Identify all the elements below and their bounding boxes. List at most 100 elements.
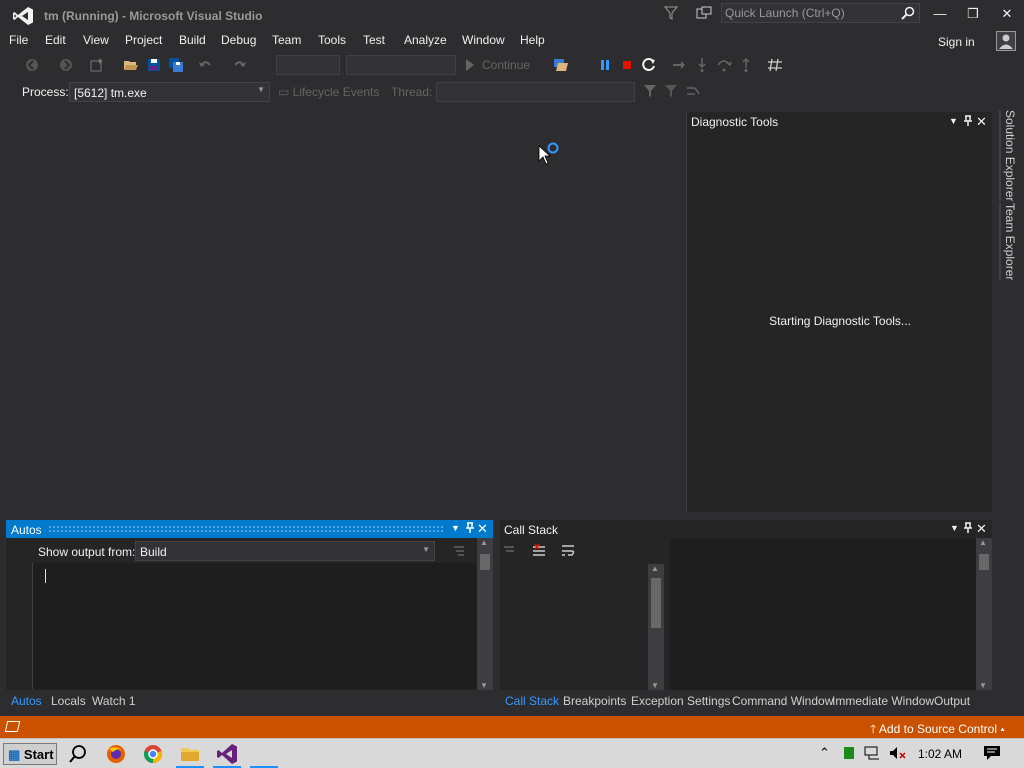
restore-button[interactable]: ❐ — [961, 4, 985, 24]
pin-icon[interactable] — [963, 115, 973, 127]
stack-frames-icon[interactable] — [686, 84, 700, 98]
menu-project[interactable]: Project — [125, 33, 162, 47]
tab-autos[interactable]: Autos — [11, 694, 42, 708]
minimize-button[interactable]: — — [928, 4, 952, 24]
scroll-thumb[interactable] — [480, 554, 490, 570]
visual-studio-icon[interactable] — [216, 743, 238, 765]
tab-command-window[interactable]: Command Window — [732, 694, 833, 708]
quick-launch-input[interactable]: Quick Launch (Ctrl+Q) — [721, 3, 920, 23]
break-all-icon[interactable] — [597, 57, 613, 73]
menu-build[interactable]: Build — [179, 33, 206, 47]
show-next-statement-icon[interactable] — [671, 57, 687, 73]
call-stack-list[interactable] — [500, 564, 647, 690]
taskbar-clock[interactable]: 1:02 AM — [918, 747, 962, 761]
find-icon[interactable] — [503, 543, 517, 557]
clear-all-icon[interactable] — [451, 543, 467, 559]
window-position-icon[interactable]: ▼ — [949, 116, 958, 126]
output-text-area[interactable] — [32, 563, 479, 689]
tab-call-stack[interactable]: Call Stack — [505, 694, 559, 708]
new-project-icon[interactable] — [89, 57, 105, 73]
back-icon[interactable] — [24, 57, 40, 73]
window-position-icon[interactable]: ▼ — [950, 523, 959, 533]
notifications-filter-icon[interactable] — [664, 6, 678, 20]
restart-icon[interactable] — [641, 57, 657, 73]
close-icon[interactable]: ✕ — [976, 521, 987, 537]
tab-immediate-window[interactable]: Immediate Window — [832, 694, 934, 708]
feedback-icon[interactable] — [696, 6, 712, 20]
redo-icon[interactable] — [232, 57, 248, 73]
open-file-icon[interactable] — [123, 57, 139, 73]
menu-analyze[interactable]: Analyze — [404, 33, 447, 47]
editor-area[interactable] — [0, 110, 686, 512]
autos-panel[interactable]: Autos ▼ ✕ Show output from: Build ▼ ▲ ▼ — [6, 520, 493, 690]
tab-team-explorer[interactable]: Team Explorer — [999, 203, 1017, 281]
forward-icon[interactable] — [58, 57, 74, 73]
volume-muted-icon[interactable] — [889, 746, 907, 760]
tray-app-icon[interactable] — [843, 746, 855, 760]
lifecycle-events-button[interactable]: ▭ Lifecycle Events — [278, 85, 379, 99]
word-wrap-icon[interactable] — [560, 543, 576, 559]
tab-solution-explorer[interactable]: Solution Explorer — [999, 110, 1017, 202]
thread-combo[interactable] — [436, 82, 635, 102]
filter-threads-icon[interactable] — [643, 84, 657, 98]
menu-team[interactable]: Team — [272, 33, 301, 47]
process-combo[interactable]: [5612] tm.exe ▼ — [69, 82, 270, 102]
output-source-combo[interactable]: Build ▼ — [135, 541, 435, 561]
file-explorer-icon[interactable] — [179, 743, 201, 765]
start-button[interactable]: ▦ Start — [3, 743, 57, 765]
menu-test[interactable]: Test — [363, 33, 385, 47]
menu-tools[interactable]: Tools — [318, 33, 346, 47]
autos-scrollbar[interactable]: ▲ ▼ — [477, 538, 493, 690]
toggle-flag-icon[interactable] — [664, 84, 678, 98]
scroll-up-icon[interactable]: ▲ — [480, 538, 488, 547]
search-icon[interactable] — [901, 6, 915, 20]
continue-button[interactable]: Continue — [482, 58, 530, 72]
window-position-icon[interactable]: ▼ — [451, 523, 460, 533]
call-stack-scrollbar[interactable]: ▲ ▼ — [648, 564, 664, 690]
step-out-icon[interactable] — [738, 57, 754, 73]
network-icon[interactable] — [864, 746, 882, 760]
solution-platform-combo[interactable] — [346, 55, 456, 75]
clear-list-icon[interactable] — [531, 543, 547, 559]
content-scrollbar[interactable]: ▲ ▼ — [976, 538, 992, 690]
scroll-down-icon[interactable]: ▼ — [651, 681, 659, 690]
search-icon[interactable] — [67, 743, 89, 765]
menu-window[interactable]: Window — [462, 33, 505, 47]
tab-locals[interactable]: Locals — [51, 694, 86, 708]
hex-display-icon[interactable] — [767, 57, 783, 73]
menu-edit[interactable]: Edit — [45, 33, 66, 47]
tab-output[interactable]: Output — [934, 694, 970, 708]
menu-view[interactable]: View — [83, 33, 109, 47]
close-button[interactable]: ✕ — [995, 4, 1019, 24]
call-stack-content[interactable] — [670, 538, 992, 690]
sign-in-link[interactable]: Sign in — [938, 35, 975, 49]
solution-config-combo[interactable] — [276, 55, 340, 75]
tab-watch-1[interactable]: Watch 1 — [92, 694, 136, 708]
firefox-icon[interactable] — [105, 743, 127, 765]
tray-chevron-up-icon[interactable]: ⌃ — [819, 745, 830, 761]
call-stack-panel[interactable]: Call Stack ▼ ✕ ▲ ▼ ▲ ▼ — [500, 520, 992, 690]
tab-exception-settings[interactable]: Exception Settings — [631, 694, 730, 708]
process-icon[interactable] — [553, 57, 569, 73]
chrome-icon[interactable] — [142, 743, 164, 765]
undo-icon[interactable] — [197, 57, 213, 73]
diagnostic-tools-panel[interactable]: Diagnostic Tools ▼ ✕ Starting Diagnostic… — [686, 112, 992, 512]
close-icon[interactable]: ✕ — [477, 521, 488, 537]
pin-icon[interactable] — [963, 522, 973, 534]
save-icon[interactable] — [146, 57, 162, 73]
step-into-icon[interactable] — [694, 57, 710, 73]
scroll-thumb[interactable] — [979, 554, 989, 570]
scroll-down-icon[interactable]: ▼ — [480, 681, 488, 690]
menu-debug[interactable]: Debug — [221, 33, 256, 47]
action-center-icon[interactable] — [983, 745, 1001, 761]
drag-grip[interactable] — [48, 525, 443, 533]
scroll-down-icon[interactable]: ▼ — [979, 681, 987, 690]
stop-icon[interactable] — [619, 57, 635, 73]
scroll-up-icon[interactable]: ▲ — [651, 564, 659, 573]
close-icon[interactable]: ✕ — [976, 114, 987, 130]
scroll-thumb[interactable] — [651, 578, 661, 628]
save-all-icon[interactable] — [168, 57, 184, 73]
menu-help[interactable]: Help — [520, 33, 545, 47]
menu-file[interactable]: File — [9, 33, 28, 47]
step-over-icon[interactable] — [716, 57, 732, 73]
